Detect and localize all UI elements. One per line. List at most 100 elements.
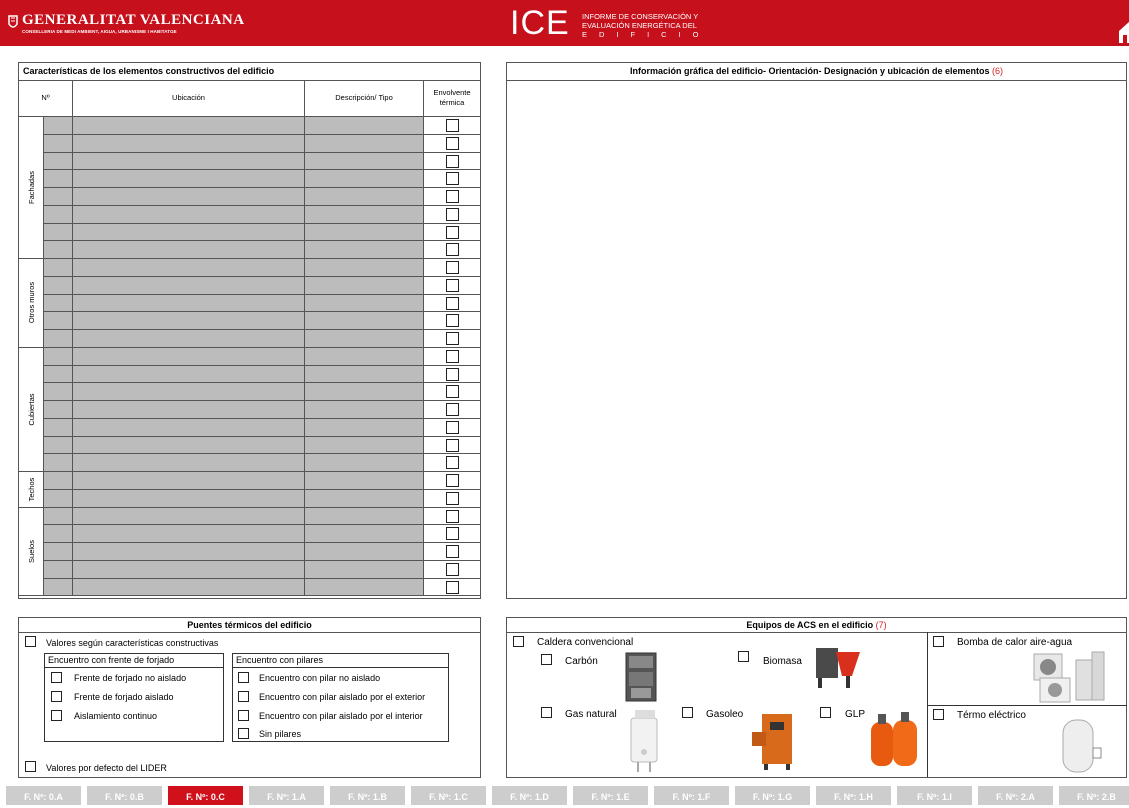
descripcion-cell[interactable] xyxy=(305,276,424,295)
row-number-cell[interactable] xyxy=(44,347,73,366)
aislamiento-continuo-checkbox[interactable] xyxy=(51,710,62,721)
glp-checkbox[interactable] xyxy=(820,707,831,718)
ubicacion-cell[interactable] xyxy=(73,117,305,135)
row-number-cell[interactable] xyxy=(44,241,73,259)
descripcion-cell[interactable] xyxy=(305,347,424,366)
row-number-cell[interactable] xyxy=(44,205,73,224)
envolvente-checkbox[interactable] xyxy=(446,491,459,505)
ubicacion-cell[interactable] xyxy=(73,276,305,295)
sheet-tab[interactable]: F. Nº: 0.A xyxy=(6,786,81,805)
row-number-cell[interactable] xyxy=(44,276,73,295)
ubicacion-cell[interactable] xyxy=(73,383,305,401)
ubicacion-cell[interactable] xyxy=(73,436,305,455)
envolvente-checkbox[interactable] xyxy=(446,545,459,558)
row-number-cell[interactable] xyxy=(44,223,73,242)
descripcion-cell[interactable] xyxy=(305,170,424,188)
descripcion-cell[interactable] xyxy=(305,294,424,313)
ubicacion-cell[interactable] xyxy=(73,134,305,153)
row-number-cell[interactable] xyxy=(44,365,73,384)
row-number-cell[interactable] xyxy=(44,117,73,135)
ubicacion-cell[interactable] xyxy=(73,223,305,242)
ubicacion-cell[interactable] xyxy=(73,312,305,330)
home-icon[interactable] xyxy=(1117,19,1129,43)
ubicacion-cell[interactable] xyxy=(73,454,305,472)
ubicacion-cell[interactable] xyxy=(73,188,305,206)
ubicacion-cell[interactable] xyxy=(73,543,305,561)
sheet-tab[interactable]: F. Nº: 1.B xyxy=(330,786,405,805)
row-number-cell[interactable] xyxy=(44,436,73,455)
descripcion-cell[interactable] xyxy=(305,472,424,490)
row-number-cell[interactable] xyxy=(44,312,73,330)
descripcion-cell[interactable] xyxy=(305,507,424,526)
ubicacion-cell[interactable] xyxy=(73,205,305,224)
sheet-tab[interactable]: F. Nº: 1.F xyxy=(654,786,729,805)
carbon-checkbox[interactable] xyxy=(541,654,552,665)
envolvente-checkbox[interactable] xyxy=(446,474,459,487)
envolvente-checkbox[interactable] xyxy=(446,456,459,470)
gas-natural-checkbox[interactable] xyxy=(541,707,552,718)
pilar-exterior-checkbox[interactable] xyxy=(238,691,249,702)
pilar-no-aislado-checkbox[interactable] xyxy=(238,672,249,683)
envolvente-checkbox[interactable] xyxy=(446,349,459,363)
descripcion-cell[interactable] xyxy=(305,365,424,384)
sheet-tab[interactable]: F. Nº: 0.C xyxy=(168,786,243,805)
envolvente-checkbox[interactable] xyxy=(446,403,459,416)
envolvente-checkbox[interactable] xyxy=(446,438,459,452)
row-number-cell[interactable] xyxy=(44,383,73,401)
ubicacion-cell[interactable] xyxy=(73,170,305,188)
envolvente-checkbox[interactable] xyxy=(446,367,459,381)
sheet-tab[interactable]: F. Nº: 1.D xyxy=(492,786,567,805)
envolvente-checkbox[interactable] xyxy=(446,314,459,328)
ubicacion-cell[interactable] xyxy=(73,560,305,579)
ubicacion-cell[interactable] xyxy=(73,578,305,597)
envolvente-checkbox[interactable] xyxy=(446,420,459,434)
row-number-cell[interactable] xyxy=(44,454,73,472)
descripcion-cell[interactable] xyxy=(305,134,424,153)
envolvente-checkbox[interactable] xyxy=(446,509,459,523)
envolvente-checkbox[interactable] xyxy=(446,261,459,274)
forjado-no-aislado-checkbox[interactable] xyxy=(51,672,62,683)
envolvente-checkbox[interactable] xyxy=(446,580,459,594)
ubicacion-cell[interactable] xyxy=(73,347,305,366)
row-number-cell[interactable] xyxy=(44,170,73,188)
sheet-tab[interactable]: F. Nº: 1.E xyxy=(573,786,648,805)
descripcion-cell[interactable] xyxy=(305,401,424,419)
ubicacion-cell[interactable] xyxy=(73,330,305,348)
row-number-cell[interactable] xyxy=(44,560,73,579)
envolvente-checkbox[interactable] xyxy=(446,243,459,257)
envolvente-checkbox[interactable] xyxy=(446,225,459,239)
sheet-tab[interactable]: F. Nº: 1.G xyxy=(735,786,810,805)
ubicacion-cell[interactable] xyxy=(73,365,305,384)
row-number-cell[interactable] xyxy=(44,418,73,437)
envolvente-checkbox[interactable] xyxy=(446,190,459,203)
descripcion-cell[interactable] xyxy=(305,436,424,455)
envolvente-checkbox[interactable] xyxy=(446,119,459,132)
descripcion-cell[interactable] xyxy=(305,418,424,437)
gasoleo-checkbox[interactable] xyxy=(682,707,693,718)
ubicacion-cell[interactable] xyxy=(73,401,305,419)
envolvente-checkbox[interactable] xyxy=(446,562,459,576)
descripcion-cell[interactable] xyxy=(305,560,424,579)
sheet-tab[interactable]: F. Nº: 1.A xyxy=(249,786,324,805)
row-number-cell[interactable] xyxy=(44,489,73,508)
descripcion-cell[interactable] xyxy=(305,188,424,206)
lider-values-checkbox[interactable] xyxy=(25,761,36,772)
row-number-cell[interactable] xyxy=(44,543,73,561)
row-number-cell[interactable] xyxy=(44,152,73,171)
row-number-cell[interactable] xyxy=(44,188,73,206)
ubicacion-cell[interactable] xyxy=(73,525,305,543)
descripcion-cell[interactable] xyxy=(305,330,424,348)
descripcion-cell[interactable] xyxy=(305,525,424,543)
sheet-tab[interactable]: F. Nº: 1.H xyxy=(816,786,891,805)
envolvente-checkbox[interactable] xyxy=(446,207,459,221)
ubicacion-cell[interactable] xyxy=(73,489,305,508)
row-number-cell[interactable] xyxy=(44,507,73,526)
sheet-tab[interactable]: F. Nº: 1.C xyxy=(411,786,486,805)
descripcion-cell[interactable] xyxy=(305,241,424,259)
descripcion-cell[interactable] xyxy=(305,454,424,472)
row-number-cell[interactable] xyxy=(44,294,73,313)
descripcion-cell[interactable] xyxy=(305,259,424,277)
envolvente-checkbox[interactable] xyxy=(446,172,459,186)
envolvente-checkbox[interactable] xyxy=(446,385,459,399)
biomasa-checkbox[interactable] xyxy=(738,651,749,662)
